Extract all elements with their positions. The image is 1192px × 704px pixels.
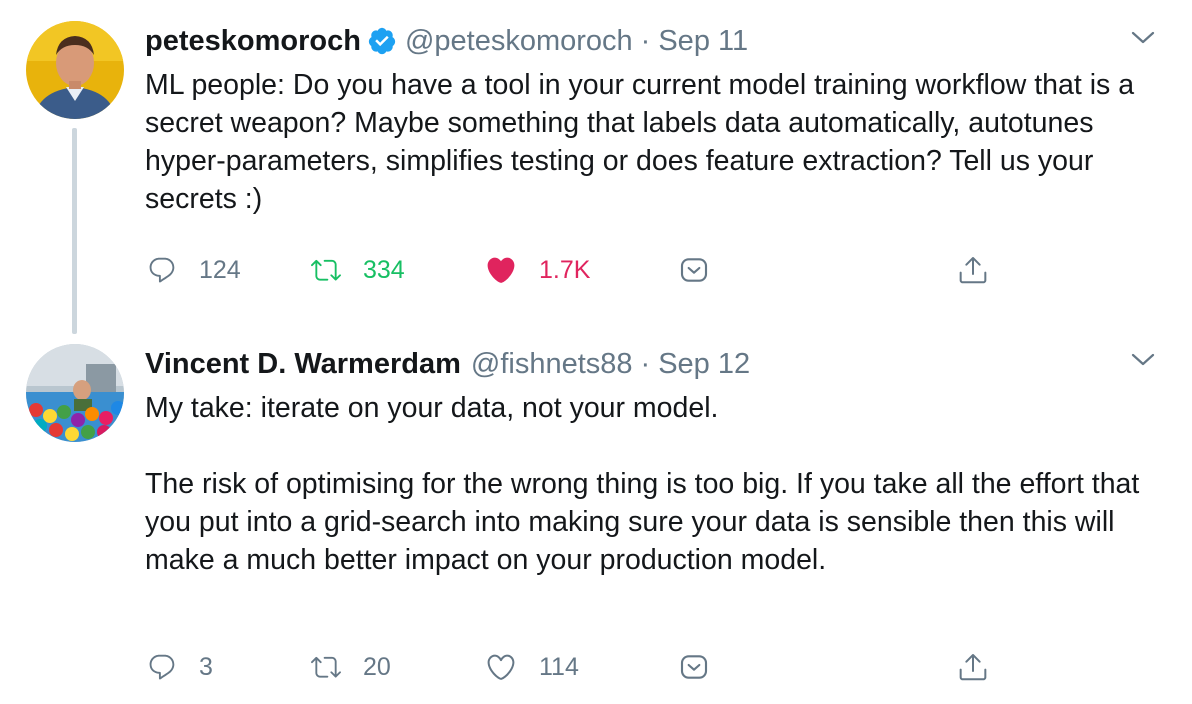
retweet-count: 334 <box>363 255 405 284</box>
person-avatar-icon <box>26 21 124 119</box>
tweet-date[interactable]: Sep 11 <box>658 24 748 58</box>
tweet-paragraph: ML people: Do you have a tool in your cu… <box>145 69 1135 215</box>
pocket-icon <box>680 655 708 679</box>
verified-badge-icon <box>367 26 397 56</box>
tweet-header: Vincent D. Warmerdam @fishnets88 · Sep 1… <box>145 347 750 381</box>
like-count: 114 <box>539 652 579 681</box>
share-icon <box>959 257 987 284</box>
share-button[interactable] <box>957 250 989 290</box>
tweet-date[interactable]: Sep 12 <box>658 347 750 381</box>
reply-icon <box>149 257 175 283</box>
retweet-count: 20 <box>363 652 391 681</box>
like-button[interactable]: 1.7K <box>485 250 590 290</box>
save-button[interactable] <box>678 250 710 290</box>
thread-line <box>72 128 77 334</box>
action-bar: 3 20 114 <box>145 647 1145 687</box>
reply-count: 124 <box>199 255 241 284</box>
share-button[interactable] <box>957 647 989 687</box>
avatar[interactable] <box>26 21 124 119</box>
like-button[interactable]: 114 <box>485 647 579 687</box>
action-bar: 124 334 1.7K <box>145 250 1145 290</box>
tweet[interactable]: Vincent D. Warmerdam @fishnets88 · Sep 1… <box>0 330 1192 704</box>
retweet-button[interactable]: 334 <box>311 250 405 290</box>
separator: · <box>640 25 651 57</box>
author-name[interactable]: peteskomoroch <box>145 24 361 58</box>
reply-icon <box>149 654 175 680</box>
retweet-button[interactable]: 20 <box>311 647 391 687</box>
like-count: 1.7K <box>539 255 591 284</box>
reply-count: 3 <box>199 652 213 681</box>
heart-icon <box>487 654 515 680</box>
share-icon <box>959 654 987 681</box>
tweet-header: peteskomoroch @peteskomoroch · Sep 11 <box>145 24 748 58</box>
save-button[interactable] <box>678 647 710 687</box>
tweet-text: ML people: Do you have a tool in your cu… <box>145 66 1175 218</box>
chevron-down-icon[interactable] <box>1128 350 1158 370</box>
ball-pit-avatar-icon <box>26 344 124 442</box>
reply-button[interactable]: 124 <box>147 250 241 290</box>
tweet-paragraph: My take: iterate on your data, not your … <box>145 392 719 424</box>
author-handle[interactable]: @peteskomoroch <box>405 24 633 58</box>
retweet-icon <box>311 259 341 281</box>
author-name[interactable]: Vincent D. Warmerdam <box>145 347 461 381</box>
tweet[interactable]: peteskomoroch @peteskomoroch · Sep 11 ML… <box>0 0 1192 334</box>
separator: · <box>640 348 651 380</box>
heart-filled-icon <box>487 257 515 283</box>
chevron-down-icon[interactable] <box>1128 28 1158 48</box>
reply-button[interactable]: 3 <box>147 647 213 687</box>
tweet-paragraph: The risk of optimising for the wrong thi… <box>145 468 1140 576</box>
retweet-icon <box>311 656 341 678</box>
avatar[interactable] <box>26 344 124 442</box>
pocket-icon <box>680 258 708 282</box>
tweet-text: My take: iterate on your data, not your … <box>145 389 1175 579</box>
author-handle[interactable]: @fishnets88 <box>471 347 633 381</box>
